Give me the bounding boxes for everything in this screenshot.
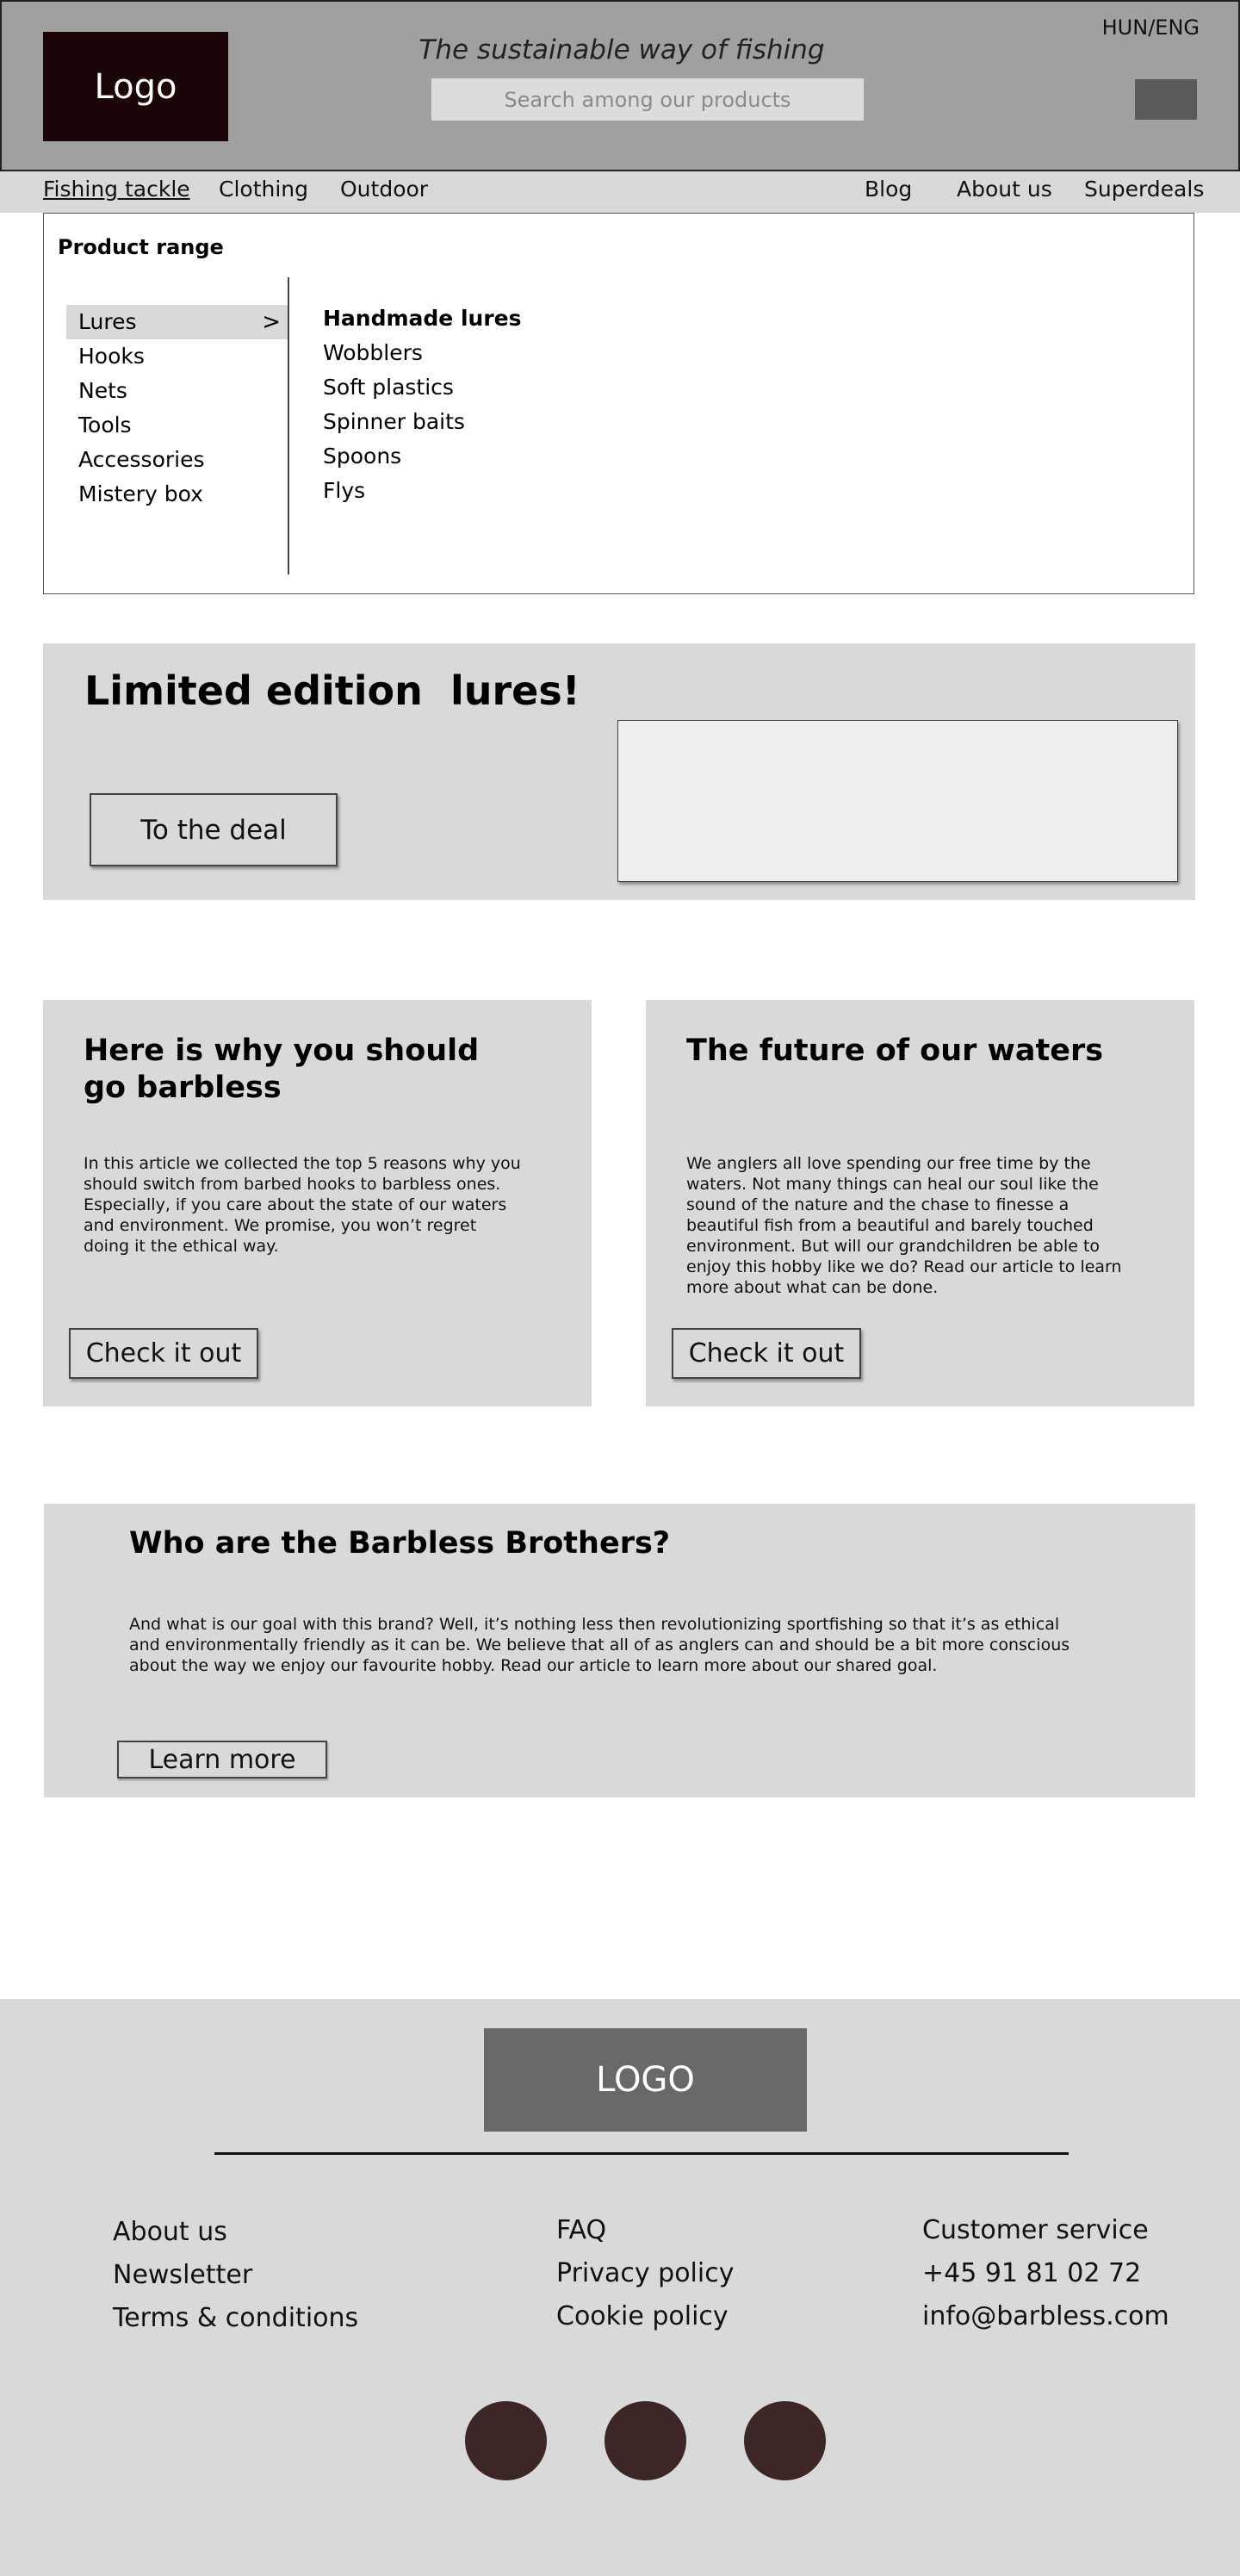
social-icon-1[interactable] bbox=[465, 2401, 547, 2480]
footer-link-about-us[interactable]: About us bbox=[113, 2211, 358, 2254]
phone-number[interactable]: +45 91 81 02 72 bbox=[922, 2252, 1169, 2295]
category-item-mistery-box[interactable]: Mistery box bbox=[66, 477, 288, 512]
footer-link-privacy[interactable]: Privacy policy bbox=[556, 2252, 734, 2295]
footer-divider bbox=[214, 2152, 1069, 2155]
email-address[interactable]: info@barbless.com bbox=[922, 2295, 1169, 2338]
footer-link-faq[interactable]: FAQ bbox=[556, 2209, 734, 2252]
category-list: Lures > Hooks Nets Tools Accessories Mis… bbox=[66, 305, 288, 512]
to-the-deal-button[interactable]: To the deal bbox=[90, 793, 338, 866]
subcategory-item-soft-plastics[interactable]: Soft plastics bbox=[323, 370, 522, 405]
about-brand-section: Who are the Barbless Brothers? And what … bbox=[44, 1504, 1195, 1797]
nav-item-clothing[interactable]: Clothing bbox=[219, 177, 308, 202]
category-item-accessories[interactable]: Accessories bbox=[66, 443, 288, 477]
footer-column-3: Customer service +45 91 81 02 72 info@ba… bbox=[922, 2209, 1169, 2338]
about-brand-text: And what is our goal with this brand? We… bbox=[129, 1615, 1070, 1675]
category-item-tools[interactable]: Tools bbox=[66, 408, 288, 443]
check-it-out-button[interactable]: Check it out bbox=[69, 1328, 258, 1379]
subcategory-item-spoons[interactable]: Spoons bbox=[323, 439, 522, 474]
nav-item-outdoor[interactable]: Outdoor bbox=[340, 177, 428, 202]
footer-link-cookie[interactable]: Cookie policy bbox=[556, 2295, 734, 2338]
article-text: We anglers all love spending our free ti… bbox=[686, 1154, 1122, 1297]
promo-image-placeholder bbox=[617, 720, 1178, 882]
social-icon-2[interactable] bbox=[604, 2401, 686, 2480]
product-range-title: Product range bbox=[58, 235, 224, 259]
subcategory-item-spinner-baits[interactable]: Spinner baits bbox=[323, 405, 522, 439]
search-input[interactable] bbox=[431, 78, 864, 121]
subcategory-list: Handmade lures Wobblers Soft plastics Sp… bbox=[323, 301, 522, 508]
learn-more-button[interactable]: Learn more bbox=[117, 1741, 327, 1778]
chevron-right-icon: > bbox=[262, 309, 281, 335]
promo-banner: Limited edition lures! To the deal bbox=[43, 643, 1195, 900]
footer-column-1: About us Newsletter Terms & conditions bbox=[113, 2211, 358, 2340]
nav-item-superdeals[interactable]: Superdeals bbox=[1084, 177, 1204, 202]
language-switch[interactable]: HUN/ENG bbox=[1102, 16, 1200, 40]
site-footer: LOGO About us Newsletter Terms & conditi… bbox=[0, 1999, 1240, 2576]
article-title: Here is why you should go barbless bbox=[84, 1034, 480, 1105]
site-header: Logo The sustainable way of fishing HUN/… bbox=[0, 0, 1240, 171]
subcategory-item-flys[interactable]: Flys bbox=[323, 474, 522, 508]
article-card-future-waters: The future of our waters We anglers all … bbox=[646, 1000, 1194, 1406]
category-item-hooks[interactable]: Hooks bbox=[66, 339, 288, 374]
divider bbox=[288, 277, 289, 574]
promo-title: Limited edition lures! bbox=[84, 667, 580, 714]
article-card-barbless: Here is why you should go barbless In th… bbox=[43, 1000, 592, 1406]
category-item-nets[interactable]: Nets bbox=[66, 374, 288, 408]
product-range-dropdown: Product range Lures > Hooks Nets Tools A… bbox=[43, 213, 1194, 594]
footer-link-terms[interactable]: Terms & conditions bbox=[113, 2297, 358, 2340]
tagline: The sustainable way of fishing bbox=[418, 34, 825, 65]
about-brand-title: Who are the Barbless Brothers? bbox=[129, 1526, 671, 1561]
footer-column-2: FAQ Privacy policy Cookie policy bbox=[556, 2209, 734, 2338]
check-it-out-button[interactable]: Check it out bbox=[672, 1328, 861, 1379]
article-text: In this article we collected the top 5 r… bbox=[84, 1154, 521, 1256]
subcategory-item-wobblers[interactable]: Wobblers bbox=[323, 336, 522, 370]
customer-service-label: Customer service bbox=[922, 2215, 1149, 2245]
nav-item-blog[interactable]: Blog bbox=[865, 177, 912, 202]
nav-item-fishing-tackle[interactable]: Fishing tackle bbox=[43, 177, 190, 202]
main-nav: Fishing tackle Clothing Outdoor Blog Abo… bbox=[0, 171, 1240, 213]
article-title: The future of our waters bbox=[686, 1034, 1104, 1068]
category-item-lures[interactable]: Lures > bbox=[66, 305, 288, 339]
social-icon-3[interactable] bbox=[744, 2401, 826, 2480]
subcategory-heading[interactable]: Handmade lures bbox=[323, 301, 522, 336]
search-button[interactable] bbox=[1135, 79, 1197, 120]
footer-link-newsletter[interactable]: Newsletter bbox=[113, 2254, 358, 2297]
category-label: Lures bbox=[78, 309, 137, 334]
nav-item-about-us[interactable]: About us bbox=[957, 177, 1052, 202]
footer-logo[interactable]: LOGO bbox=[484, 2028, 807, 2132]
